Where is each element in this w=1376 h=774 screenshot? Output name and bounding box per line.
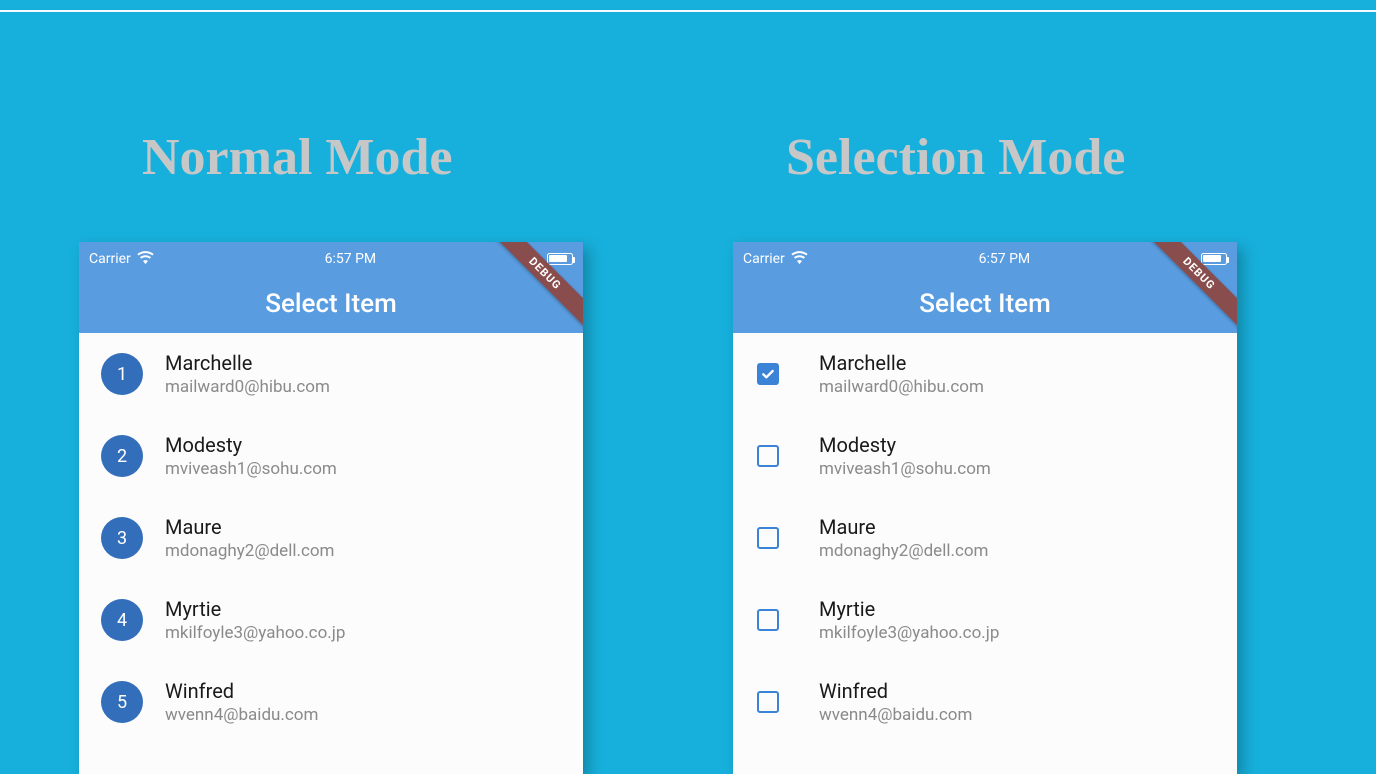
- list-item[interactable]: Myrtie mkilfoyle3@yahoo.co.jp: [733, 579, 1237, 661]
- phone-selection-mode: Carrier 6:57 PM Select Item DEBUG Marche…: [733, 242, 1237, 774]
- item-email: mdonaghy2@dell.com: [165, 541, 334, 561]
- item-name: Maure: [819, 515, 988, 539]
- clock-label: 6:57 PM: [325, 251, 377, 267]
- item-name: Modesty: [819, 433, 991, 457]
- item-name: Winfred: [819, 679, 972, 703]
- item-name: Myrtie: [819, 597, 999, 621]
- items-list[interactable]: Marchelle mailward0@hibu.com Modesty mvi…: [733, 333, 1237, 743]
- list-item[interactable]: 5 Winfred wvenn4@baidu.com: [79, 661, 583, 743]
- app-bar: Select Item: [733, 275, 1237, 333]
- heading-normal-mode: Normal Mode: [142, 128, 452, 187]
- list-item[interactable]: 1 Marchelle mailward0@hibu.com: [79, 333, 583, 415]
- item-name: Marchelle: [165, 351, 330, 375]
- battery-icon: [547, 253, 573, 265]
- avatar-index: 3: [101, 517, 143, 559]
- item-email: mkilfoyle3@yahoo.co.jp: [165, 623, 345, 643]
- avatar-index: 5: [101, 681, 143, 723]
- checkbox[interactable]: [757, 363, 779, 385]
- checkbox[interactable]: [757, 609, 779, 631]
- checkbox[interactable]: [757, 691, 779, 713]
- app-bar-title: Select Item: [919, 289, 1051, 319]
- item-name: Marchelle: [819, 351, 984, 375]
- status-bar: Carrier 6:57 PM: [733, 242, 1237, 275]
- item-email: mviveash1@sohu.com: [819, 459, 991, 479]
- items-list[interactable]: 1 Marchelle mailward0@hibu.com 2 Modesty…: [79, 333, 583, 743]
- avatar-index: 4: [101, 599, 143, 641]
- carrier-label: Carrier: [743, 251, 785, 267]
- list-item[interactable]: 2 Modesty mviveash1@sohu.com: [79, 415, 583, 497]
- check-icon: [760, 366, 776, 382]
- item-name: Myrtie: [165, 597, 345, 621]
- checkbox[interactable]: [757, 527, 779, 549]
- battery-icon: [1201, 253, 1227, 265]
- list-item[interactable]: 4 Myrtie mkilfoyle3@yahoo.co.jp: [79, 579, 583, 661]
- status-bar: Carrier 6:57 PM: [79, 242, 583, 275]
- item-email: mailward0@hibu.com: [819, 377, 984, 397]
- avatar-index: 1: [101, 353, 143, 395]
- wifi-icon: [137, 250, 154, 267]
- item-name: Modesty: [165, 433, 337, 457]
- app-bar: Select Item: [79, 275, 583, 333]
- list-item[interactable]: Maure mdonaghy2@dell.com: [733, 497, 1237, 579]
- item-email: wvenn4@baidu.com: [165, 705, 318, 725]
- heading-selection-mode: Selection Mode: [786, 128, 1125, 187]
- divider-line: [0, 10, 1376, 12]
- list-item[interactable]: 3 Maure mdonaghy2@dell.com: [79, 497, 583, 579]
- checkbox[interactable]: [757, 445, 779, 467]
- list-item[interactable]: Modesty mviveash1@sohu.com: [733, 415, 1237, 497]
- item-email: mviveash1@sohu.com: [165, 459, 337, 479]
- carrier-label: Carrier: [89, 251, 131, 267]
- list-item[interactable]: Marchelle mailward0@hibu.com: [733, 333, 1237, 415]
- item-email: mailward0@hibu.com: [165, 377, 330, 397]
- item-email: wvenn4@baidu.com: [819, 705, 972, 725]
- wifi-icon: [791, 250, 808, 267]
- item-email: mkilfoyle3@yahoo.co.jp: [819, 623, 999, 643]
- list-item[interactable]: Winfred wvenn4@baidu.com: [733, 661, 1237, 743]
- clock-label: 6:57 PM: [979, 251, 1031, 267]
- item-name: Maure: [165, 515, 334, 539]
- item-email: mdonaghy2@dell.com: [819, 541, 988, 561]
- avatar-index: 2: [101, 435, 143, 477]
- app-bar-title: Select Item: [265, 289, 397, 319]
- item-name: Winfred: [165, 679, 318, 703]
- phone-normal-mode: Carrier 6:57 PM Select Item DEBUG 1 Marc…: [79, 242, 583, 774]
